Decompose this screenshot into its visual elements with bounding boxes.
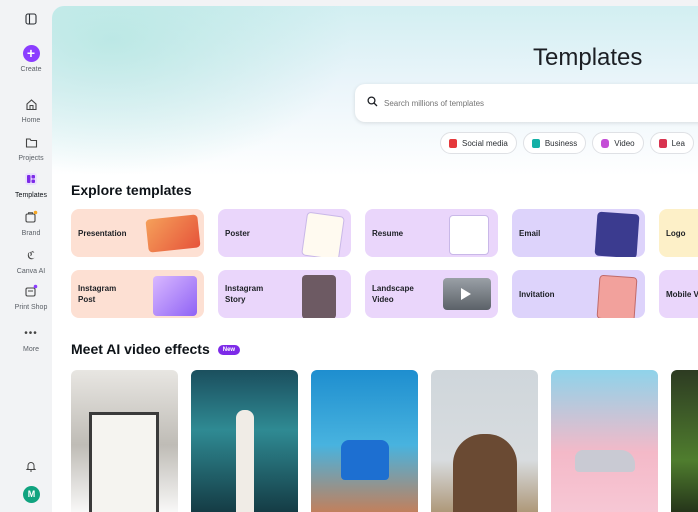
explore-templates-title: Explore templates (71, 182, 192, 198)
main-content: Templates Social media Business Video Le… (52, 6, 698, 512)
video-preview (236, 410, 254, 512)
sidebar-item-label: Brand (21, 230, 41, 237)
category-chips: Social media Business Video Lea (440, 132, 694, 154)
business-icon (531, 138, 540, 148)
plus-icon: + (20, 42, 42, 64)
play-icon (461, 288, 471, 300)
card-label: Mobile V (666, 290, 698, 299)
template-card-poster[interactable]: Poster (218, 209, 351, 257)
home-icon (20, 93, 42, 115)
video-preview (575, 450, 635, 472)
sidebar-item-label: Canva AI (16, 268, 46, 275)
chip-video[interactable]: Video (592, 132, 644, 154)
video-effect-card-1[interactable] (71, 370, 178, 512)
template-card-landscape-video[interactable]: Landscape Video (365, 270, 498, 318)
new-badge: New (217, 345, 241, 356)
card-label: Logo (666, 229, 686, 238)
template-card-instagram-post[interactable]: Instagram Post (71, 270, 204, 318)
search-icon (367, 94, 378, 112)
video-preview (341, 440, 389, 480)
template-card-mobile-video[interactable]: Mobile V (659, 270, 698, 318)
chip-label: Business (544, 138, 578, 148)
sidebar-item-label: Projects (18, 155, 44, 162)
search-bar[interactable] (355, 84, 698, 122)
landscape-video-thumbnail (443, 278, 491, 310)
card-label: Invitation (519, 290, 555, 299)
template-card-instagram-story[interactable]: Instagram Story (218, 270, 351, 318)
sidebar-item-label: Create (20, 66, 42, 73)
video-effect-card-3[interactable] (311, 370, 418, 512)
card-label: Email (519, 229, 541, 238)
card-label: Instagram Story (225, 284, 264, 304)
instagram-story-thumbnail (302, 275, 336, 318)
template-card-email[interactable]: Email (512, 209, 645, 257)
chip-label: Video (614, 138, 635, 148)
presentation-thumbnail (145, 214, 201, 253)
poster-thumbnail (301, 211, 345, 257)
ai-video-effects-title: Meet AI video effects New (71, 341, 241, 357)
video-effect-card-6[interactable] (671, 370, 698, 512)
invitation-thumbnail (596, 274, 638, 318)
video-effect-card-4[interactable] (431, 370, 538, 512)
template-card-invitation[interactable]: Invitation (512, 270, 645, 318)
chip-social-media[interactable]: Social media (440, 132, 517, 154)
social-media-icon (449, 138, 457, 148)
book-icon (658, 138, 667, 148)
chip-label: Social media (462, 138, 508, 148)
templates-icon (20, 168, 42, 190)
sidebar-panel-icon (20, 8, 42, 30)
email-thumbnail (594, 211, 640, 257)
chip-business[interactable]: Business (522, 132, 587, 154)
card-label: Poster (225, 229, 250, 238)
sidebar-item-label: Home (21, 117, 41, 124)
sidebar-item-label: Print Shop (14, 304, 48, 311)
template-card-presentation[interactable]: Presentation (71, 209, 204, 257)
card-label: Resume (372, 229, 404, 238)
instagram-post-thumbnail (153, 276, 197, 316)
print-shop-icon (20, 280, 42, 302)
avatar[interactable]: M (23, 486, 40, 503)
video-preview (89, 412, 159, 512)
card-label: Instagram Post (78, 284, 117, 304)
template-card-logo[interactable]: Logo (659, 209, 698, 257)
search-input[interactable] (384, 98, 684, 108)
video-effect-card-2[interactable] (191, 370, 298, 512)
page-title: Templates (533, 44, 643, 71)
video-effect-card-5[interactable] (551, 370, 658, 512)
folder-icon (20, 131, 42, 153)
video-preview (453, 434, 517, 512)
bell-icon (20, 455, 42, 477)
chip-label: Lea (671, 138, 685, 148)
sidebar-item-label: Templates (15, 192, 47, 199)
resume-thumbnail (449, 215, 489, 255)
section-title-text: Meet AI video effects (71, 341, 210, 357)
brand-icon (20, 206, 42, 228)
canva-ai-icon: ℭ (27, 248, 35, 262)
card-label: Landscape Video (372, 284, 414, 304)
card-label: Presentation (78, 229, 127, 238)
chip-learn[interactable]: Lea (649, 132, 694, 154)
more-icon: ••• (24, 327, 38, 339)
template-card-resume[interactable]: Resume (365, 209, 498, 257)
video-icon (601, 138, 610, 148)
sidebar-item-label: More (23, 346, 39, 353)
